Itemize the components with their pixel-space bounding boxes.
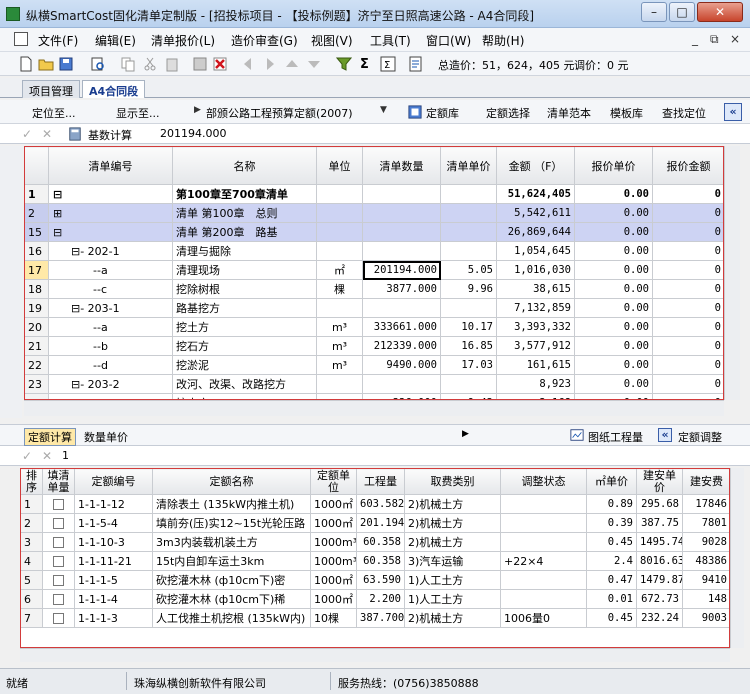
drawing-qty-button[interactable]: 图纸工程量 <box>588 429 643 445</box>
status-separator <box>330 672 331 690</box>
document-icon <box>14 32 28 46</box>
open-folder-icon[interactable] <box>38 56 54 72</box>
chevron-right-icon[interactable]: ▶ <box>462 429 469 439</box>
delete-icon[interactable] <box>212 56 228 72</box>
status-ready: 就绪 <box>6 677 28 690</box>
template-lib-button[interactable]: 模板库 <box>610 105 643 121</box>
total-price-label: 总造价：51，624，405 元 <box>438 59 575 72</box>
lower-vertical-scrollbar[interactable] <box>730 468 744 648</box>
document-tabs: 项目管理 A4合同段 <box>0 78 750 98</box>
left-gutter <box>0 146 22 418</box>
close-button[interactable]: ✕ <box>697 2 743 22</box>
formula-input[interactable]: 201194.000 <box>160 127 226 140</box>
report-icon[interactable] <box>408 56 424 72</box>
confirm-icon[interactable]: ✓ <box>22 449 32 463</box>
move-right-icon[interactable] <box>262 56 278 72</box>
mdi-minimize-icon[interactable]: _ <box>692 32 698 46</box>
new-file-icon[interactable] <box>18 56 34 72</box>
mdi-close-icon[interactable]: × <box>730 32 740 46</box>
cancel-icon[interactable]: ✕ <box>42 449 52 463</box>
sum-icon[interactable]: Σ <box>360 57 369 72</box>
status-company: 珠海纵横创新软件有限公司 <box>134 677 266 690</box>
main-toolbar: Σ Σ 总造价：51，624，405 元 调价：0 元 <box>0 52 750 76</box>
minimize-button[interactable]: – <box>641 2 667 22</box>
move-down-icon[interactable] <box>306 56 322 72</box>
tab-project-management[interactable]: 项目管理 <box>22 80 80 98</box>
formula-bar: ✓ ✕ 基数计算 201194.000 <box>0 124 750 144</box>
menu-edit[interactable]: 编辑(E) <box>95 32 136 49</box>
tab-qty-price[interactable]: 数量单价 <box>84 429 128 445</box>
adjust-price-label: 调价：0 元 <box>574 59 629 72</box>
move-up-icon[interactable] <box>284 56 300 72</box>
status-hotline: 服务热线：(0756)3850888 <box>338 677 479 690</box>
menu-help[interactable]: 帮助(H) <box>482 32 524 49</box>
quota-adjust-icon: « <box>658 428 672 442</box>
quota-toolbar: 定位至... 显示至... ▶ 部颁公路工程预算定额(2007) ▼ 定额库 定… <box>0 100 750 124</box>
menu-view[interactable]: 视图(V) <box>311 32 353 49</box>
collapse-panel-icon[interactable]: « <box>724 103 742 121</box>
window-title: 纵横SmartCost固化清单定制版 - [招投标项目 - 【投标例题】济宁至日… <box>26 9 535 23</box>
move-left-icon[interactable] <box>240 56 256 72</box>
svg-text:Σ: Σ <box>384 60 390 71</box>
calculate-icon[interactable]: Σ <box>380 56 396 72</box>
menu-bar: 文件(F) 编辑(E) 清单报价(L) 造价审查(G) 视图(V) 工具(T) … <box>0 28 750 52</box>
title-bar: 纵横SmartCost固化清单定制版 - [招投标项目 - 【投标例题】济宁至日… <box>0 0 750 28</box>
filter-icon[interactable] <box>336 56 352 72</box>
insert-icon[interactable] <box>192 56 208 72</box>
locate-to-button[interactable]: 定位至... <box>32 105 76 121</box>
menu-file[interactable]: 文件(F) <box>38 32 78 49</box>
lower-highlight-frame <box>20 468 730 648</box>
tab-quota-calc[interactable]: 定额计算 <box>24 428 76 446</box>
maximize-button[interactable]: □ <box>669 2 695 22</box>
lower-formula-input[interactable]: 1 <box>62 449 69 462</box>
base-calc-button[interactable]: 基数计算 <box>88 127 132 143</box>
quota-adjust-button[interactable]: 定额调整 <box>678 429 722 445</box>
upper-horizontal-scrollbar[interactable] <box>24 400 724 416</box>
menu-window[interactable]: 窗口(W) <box>426 32 471 49</box>
dropdown-arrow-icon[interactable]: ▼ <box>380 105 387 115</box>
print-preview-icon[interactable] <box>90 56 106 72</box>
tab-a4-contract[interactable]: A4合同段 <box>82 80 146 98</box>
copy-icon[interactable] <box>120 56 136 72</box>
drawing-icon <box>570 429 584 441</box>
upper-highlight-frame <box>24 146 724 400</box>
quota-select-button[interactable]: 定额选择 <box>486 105 530 121</box>
app-icon <box>6 7 20 21</box>
save-icon[interactable] <box>58 56 74 72</box>
paste-icon[interactable] <box>164 56 180 72</box>
quota-set-select[interactable]: 部颁公路工程预算定额(2007) <box>206 105 353 121</box>
menu-bill-quote[interactable]: 清单报价(L) <box>151 32 215 49</box>
chevron-right-icon: ▶ <box>194 105 201 115</box>
menu-cost-review[interactable]: 造价审查(G) <box>231 32 298 49</box>
quota-lib-button[interactable]: 定额库 <box>426 105 459 121</box>
mdi-restore-icon[interactable]: ⧉ <box>710 32 719 47</box>
calculator-icon <box>69 127 81 141</box>
confirm-icon[interactable]: ✓ <box>22 127 32 141</box>
cut-icon[interactable] <box>142 56 158 72</box>
cancel-icon[interactable]: ✕ <box>42 127 52 141</box>
bill-template-button[interactable]: 清单范本 <box>547 105 591 121</box>
find-locate-button[interactable]: 查找定位 <box>662 105 706 121</box>
lower-horizontal-scrollbar[interactable] <box>20 648 730 662</box>
display-to-button[interactable]: 显示至... <box>116 105 160 121</box>
lower-formula-bar: ✓ ✕ 1 <box>0 446 750 466</box>
upper-vertical-scrollbar[interactable] <box>724 146 740 400</box>
quota-pane-bar: 定额计算 数量单价 ▶ 图纸工程量 « 定额调整 <box>0 424 750 446</box>
status-bar: 就绪 珠海纵横创新软件有限公司 服务热线：(0756)3850888 <box>0 668 750 694</box>
quota-lib-icon <box>408 105 422 119</box>
menu-tools[interactable]: 工具(T) <box>370 32 411 49</box>
status-separator <box>126 672 127 690</box>
